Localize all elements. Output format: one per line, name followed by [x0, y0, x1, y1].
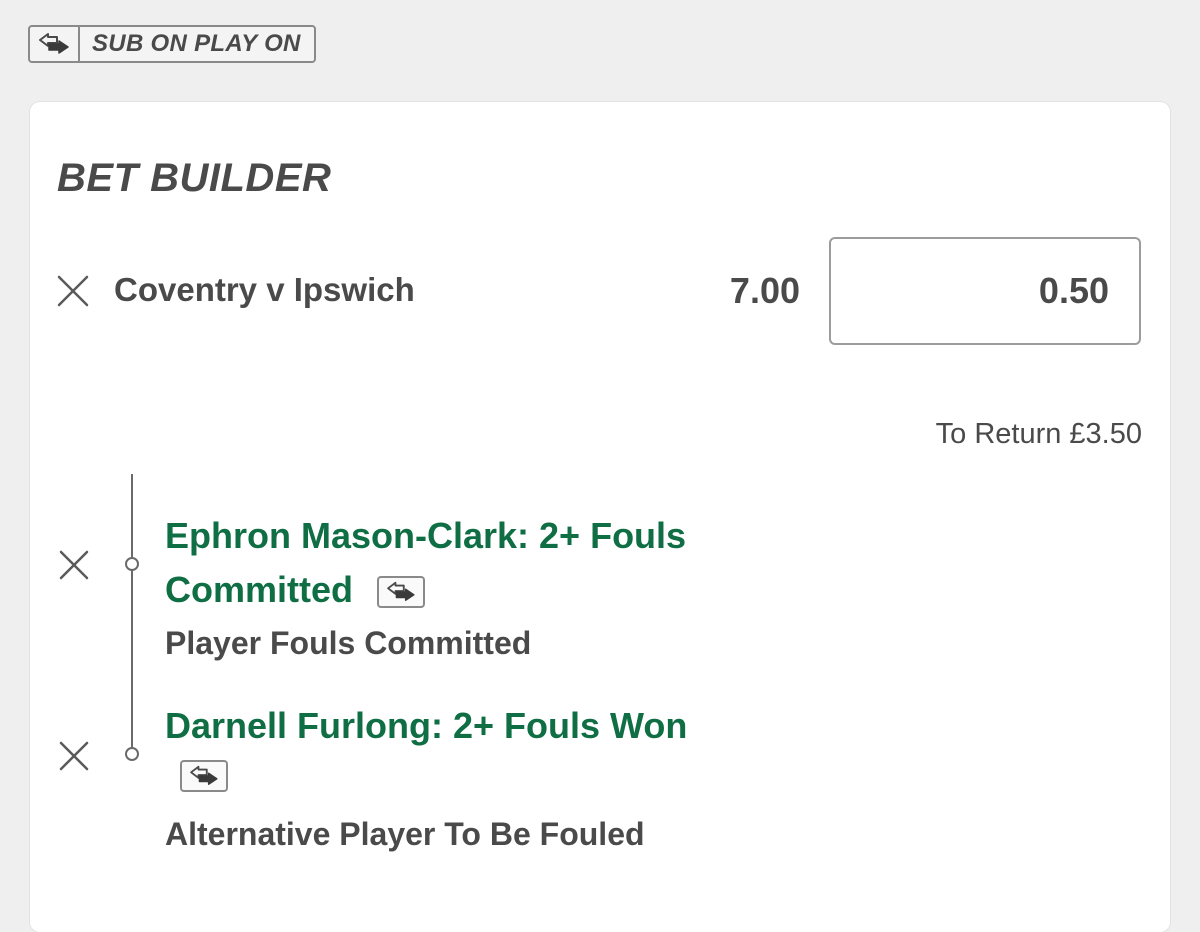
- bet-odds: 7.00: [729, 270, 800, 311]
- remove-bet-close-icon[interactable]: [56, 274, 90, 308]
- remove-selection-close-icon[interactable]: [57, 739, 91, 773]
- timeline-dot: [125, 747, 139, 761]
- selection-market: Player Fouls Committed: [165, 625, 532, 661]
- selection-timeline: [131, 474, 133, 752]
- sub-swap-icon[interactable]: [180, 760, 228, 792]
- sub-swap-icon: [30, 27, 80, 61]
- remove-selection-close-icon[interactable]: [57, 548, 91, 582]
- sub-on-play-on-badge: SUB ON PLAY ON: [28, 25, 316, 63]
- selection-title-line2: Committed: [165, 569, 353, 610]
- selection-title: Ephron Mason-Clark: 2+ Fouls Committed: [165, 509, 686, 617]
- stake-input[interactable]: 0.50: [829, 237, 1141, 345]
- to-return-text: To Return £3.50: [935, 418, 1142, 450]
- sub-swap-icon[interactable]: [377, 576, 426, 609]
- event-name: Coventry v Ipswich: [114, 271, 415, 308]
- selection-title-line1: Ephron Mason-Clark: 2+ Fouls: [165, 515, 687, 556]
- selection-sub-row: [180, 760, 228, 792]
- badge-label: SUB ON PLAY ON: [92, 30, 301, 57]
- bet-builder-title: BET BUILDER: [57, 156, 332, 200]
- selection-title: Darnell Furlong: 2+ Fouls Won: [165, 705, 688, 746]
- selection-market: Alternative Player To Be Fouled: [165, 816, 645, 852]
- timeline-dot: [125, 557, 139, 571]
- bet-builder-card: BET BUILDER Coventry v Ipswich 7.00 0.50…: [30, 102, 1170, 932]
